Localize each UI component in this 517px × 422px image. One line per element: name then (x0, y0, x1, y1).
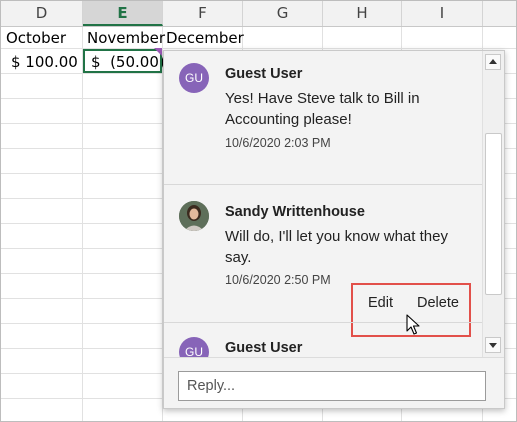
comment-thread-pane: GU Guest User Yes! Have Steve talk to Bi… (163, 50, 505, 409)
reply-area (164, 357, 504, 408)
scroll-up-arrow-icon[interactable] (485, 54, 501, 70)
column-header-d[interactable]: D (1, 1, 83, 26)
scrollbar-thumb[interactable] (485, 133, 502, 295)
user-photo-icon (179, 201, 209, 231)
mouse-pointer-icon (406, 314, 420, 335)
comment-list: GU Guest User Yes! Have Steve talk to Bi… (164, 51, 482, 357)
comment-message: Yes! Have Steve talk to Bill in Accounti… (225, 90, 420, 128)
comment-divider (164, 184, 482, 185)
comment-timestamp: 10/6/2020 2:50 PM (225, 273, 331, 287)
column-header-f[interactable]: F (163, 1, 243, 26)
comment-author: Guest User (225, 66, 303, 82)
column-header-g[interactable]: G (243, 1, 323, 26)
column-header-h[interactable]: H (323, 1, 402, 26)
avatar: GU (179, 63, 209, 93)
comment-scrollbar[interactable] (482, 51, 504, 357)
spreadsheet-window: D E F G H I October November December $ … (0, 0, 517, 422)
avatar (179, 201, 209, 231)
cell-d2[interactable]: $ 100.00 (11, 53, 78, 71)
column-header-bar: D E F G H I (1, 1, 516, 27)
reply-input[interactable] (178, 371, 486, 401)
comment-author: Sandy Writtenhouse (225, 204, 365, 220)
cell-f1[interactable]: December (166, 29, 244, 47)
comment-message: Will do, I'll let you know what they say… (225, 228, 448, 266)
cell-e1[interactable]: November (87, 29, 165, 47)
comment-timestamp: 10/6/2020 2:03 PM (225, 136, 331, 150)
cell-d1[interactable]: October (6, 29, 66, 47)
column-header-i[interactable]: I (402, 1, 483, 26)
delete-button[interactable]: Delete (417, 295, 459, 311)
column-header-e[interactable]: E (83, 1, 163, 26)
column-header-next[interactable] (483, 1, 516, 26)
scroll-down-arrow-icon[interactable] (485, 337, 501, 353)
comment-divider (164, 322, 482, 323)
comment-author: Guest User (225, 340, 303, 356)
edit-button[interactable]: Edit (368, 295, 393, 311)
active-cell-border (83, 49, 162, 73)
avatar: GU (179, 337, 209, 357)
comment-indicator[interactable] (154, 48, 162, 56)
